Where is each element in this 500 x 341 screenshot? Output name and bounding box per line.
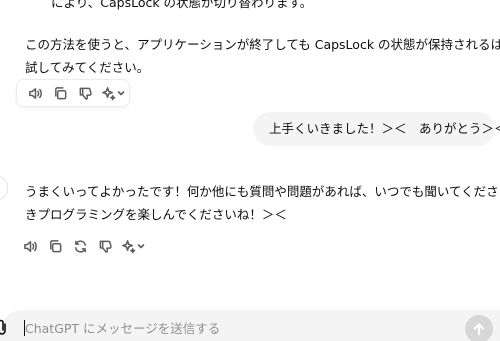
thumbs-down-icon: [99, 240, 112, 253]
assistant-message-cut-line: により、CapsLock の状態が切り替わります。: [51, 0, 313, 10]
copy-icon: [55, 86, 67, 99]
paperclip-icon: [0, 319, 6, 335]
copy-icon: [50, 239, 62, 252]
copy-button[interactable]: [43, 234, 68, 258]
read-aloud-button[interactable]: [18, 234, 43, 258]
message-input[interactable]: [25, 320, 445, 336]
model-switch-button[interactable]: [98, 81, 128, 105]
thumbs-down-icon: [79, 87, 92, 100]
chat-page: により、CapsLock の状態が切り替わります。 この方法を使うと、アプリケー…: [0, 0, 500, 341]
assistant-message-1-line-1: この方法を使うと、アプリケーションが終了しても CapsLock の状態が保持さ…: [25, 37, 500, 52]
arrow-up-icon: [473, 323, 485, 336]
copy-button[interactable]: [48, 81, 73, 105]
chevron-down-icon: [137, 244, 145, 249]
regenerate-icon: [75, 239, 86, 253]
user-message-text: 上手くいきました！＞＜ ありがとう＞＜: [269, 121, 500, 136]
bad-response-button[interactable]: [73, 81, 98, 105]
speaker-icon: [29, 87, 42, 99]
assistant-message-1-line-2: 試してみてください。: [25, 60, 150, 75]
model-switch-button[interactable]: [118, 234, 148, 258]
assistant-message-2-line-1: うまくいってよかったです！何か他にも質問や問題があれば、いつでも聞いてください。…: [25, 184, 500, 199]
regenerate-button[interactable]: [68, 234, 93, 258]
assistant-avatar: [0, 176, 8, 200]
read-aloud-button[interactable]: [23, 81, 48, 105]
assistant-message-2-line-2: きプログラミングを楽しんでくださいね！＞＜: [25, 207, 287, 222]
user-message-bubble: 上手くいきました！＞＜ ありがとう＞＜: [253, 112, 500, 146]
attach-button[interactable]: [0, 318, 8, 336]
bad-response-button[interactable]: [93, 234, 118, 258]
message-2-action-bar: [18, 233, 148, 259]
sparkle-icon: [102, 86, 116, 100]
chevron-down-icon: [117, 91, 125, 96]
send-button[interactable]: [465, 315, 493, 341]
speaker-icon: [24, 240, 37, 252]
message-1-action-bar: [16, 79, 130, 107]
sparkle-icon: [122, 239, 136, 253]
